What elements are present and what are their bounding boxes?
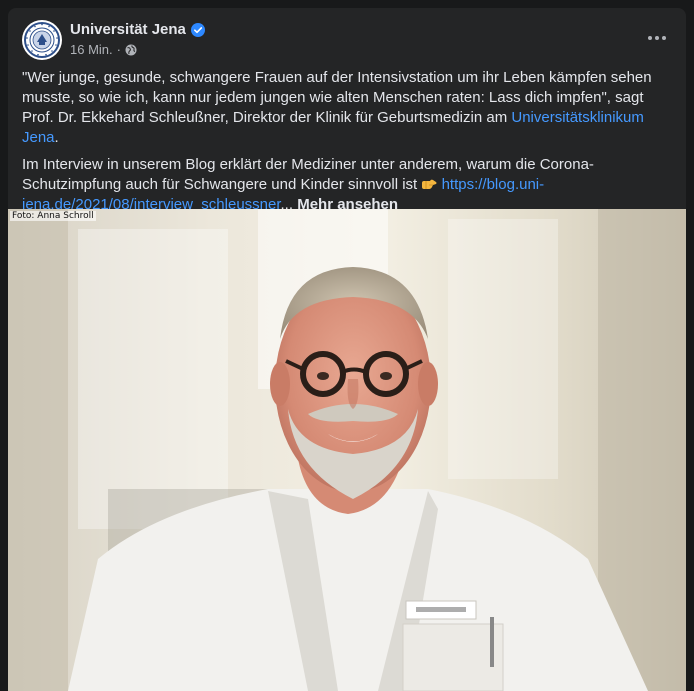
meta-separator: · <box>116 42 121 57</box>
globe-icon[interactable] <box>125 44 137 56</box>
more-options-icon <box>648 36 666 40</box>
post-header: Universität Jena 16 Min. · <box>8 8 686 68</box>
page-name[interactable]: Universität Jena <box>70 21 186 38</box>
post-meta: 16 Min. · <box>70 42 137 57</box>
post-paragraph-1: "Wer junge, gesunde, schwangere Frauen a… <box>22 68 672 148</box>
verified-badge-icon <box>190 22 205 37</box>
pointing-right-emoji <box>421 177 437 191</box>
portrait-photo <box>8 209 686 691</box>
more-options-button[interactable] <box>642 26 672 50</box>
post-timestamp[interactable]: 16 Min. <box>70 42 113 57</box>
post-message: "Wer junge, gesunde, schwangere Frauen a… <box>22 68 672 222</box>
post-paragraph-2: Im Interview in unserem Blog erklärt der… <box>22 155 672 215</box>
page-avatar[interactable] <box>22 20 62 60</box>
photo-credit: Foto: Anna Schroll <box>10 211 96 221</box>
post-card: Universität Jena 16 Min. · "Wer junge, g… <box>8 8 686 691</box>
paragraph-1-end: . <box>54 129 59 146</box>
page-name-row: Universität Jena <box>70 21 205 38</box>
university-seal-icon <box>23 21 61 59</box>
post-photo[interactable]: Foto: Anna Schroll <box>8 209 686 691</box>
